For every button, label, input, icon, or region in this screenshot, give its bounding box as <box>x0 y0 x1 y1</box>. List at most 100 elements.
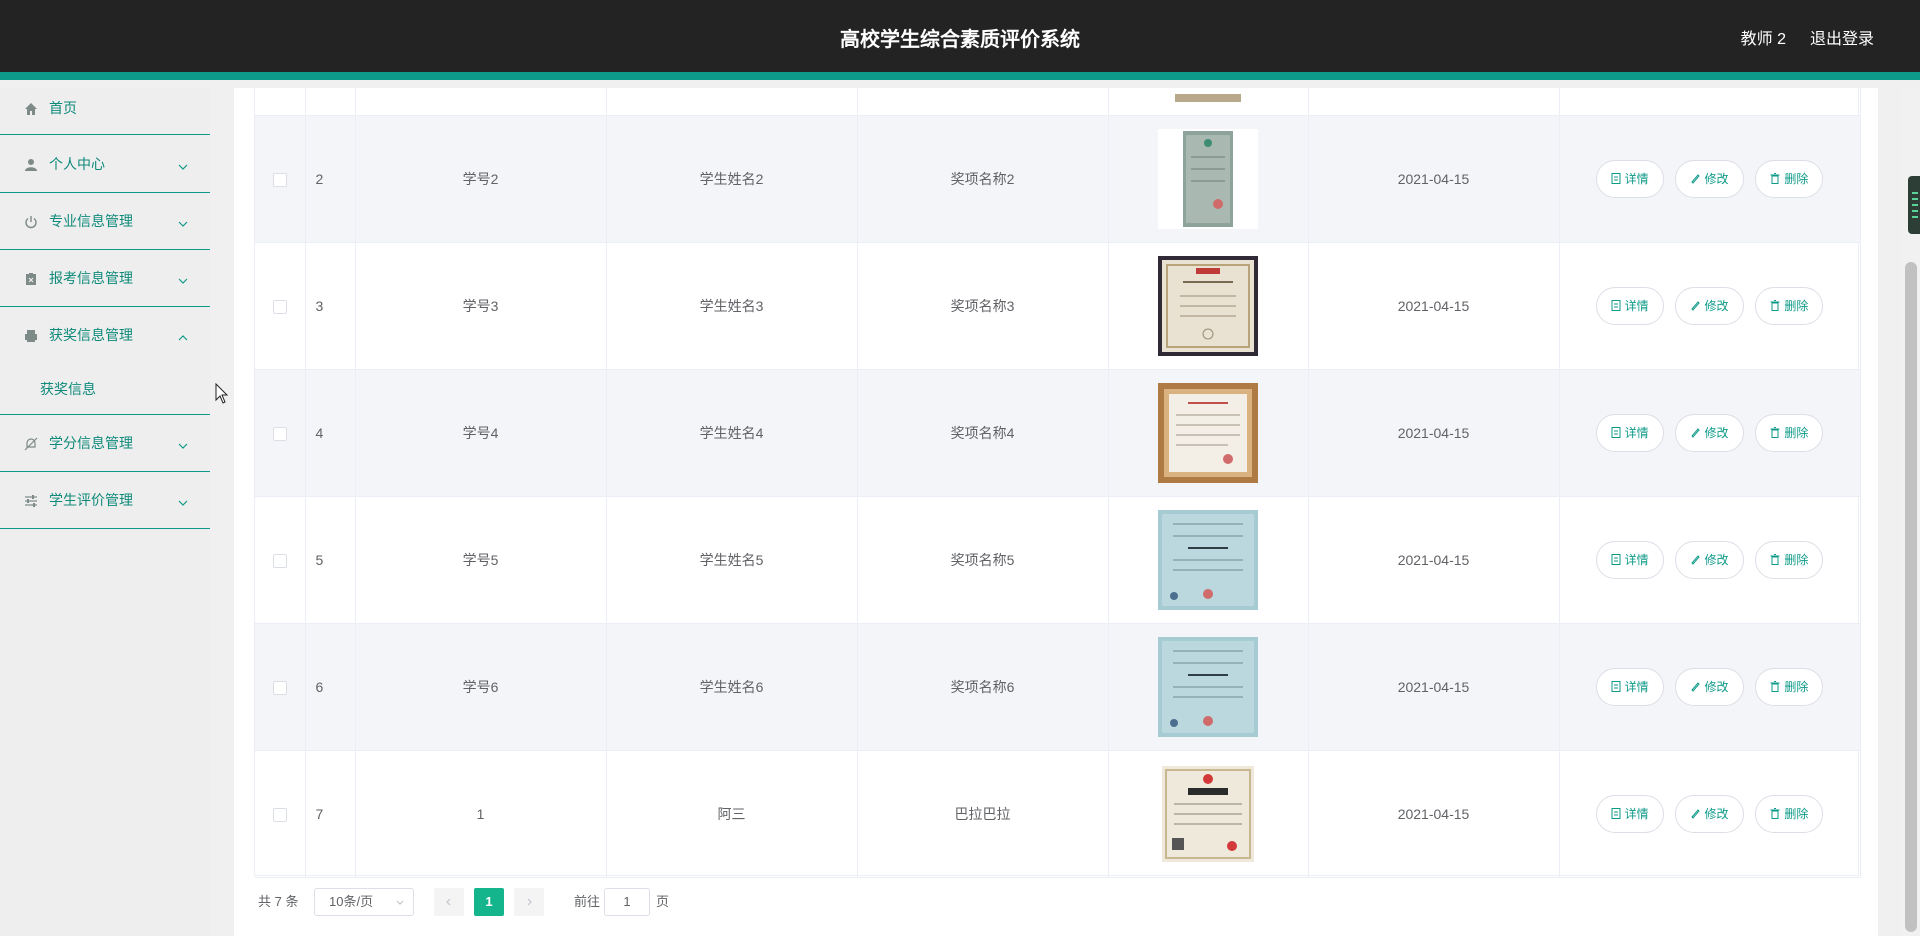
page-size-select[interactable]: 10条/页 <box>314 888 414 916</box>
sidebar-item-label: 个人中心 <box>49 156 105 172</box>
chevron-up-icon <box>178 330 188 341</box>
chevron-right-icon <box>527 898 532 906</box>
award-image[interactable] <box>1158 255 1258 356</box>
main-content: 2 学号2 学生姓名2 奖项名称2 2021-04-15 详情 修改 删除 3 … <box>234 88 1878 936</box>
logout-button[interactable]: 退出登录 <box>1810 0 1874 80</box>
page-size-value: 10条/页 <box>329 894 374 909</box>
award-name-cell: 奖项名称4 <box>857 369 1109 497</box>
scrollbar-thumb[interactable] <box>1905 262 1917 932</box>
sidebar: 首页 个人中心 专业信息管理 报考信息管理 获奖信息管理 获奖信息 学分信息管理… <box>0 88 210 936</box>
sidebar-item-home[interactable]: 首页 <box>0 88 210 135</box>
table-row: 5 学号5 学生姓名5 奖项名称5 2021-04-15 详情 修改 删除 <box>255 496 1861 624</box>
detail-button[interactable]: 详情 <box>1595 413 1664 452</box>
submenu-item-label: 获奖信息 <box>40 381 96 397</box>
chevron-down-icon <box>178 438 188 449</box>
home-icon <box>23 101 39 117</box>
chevron-down-icon <box>178 216 188 227</box>
clipboard-icon <box>23 271 39 287</box>
edit-button[interactable]: 修改 <box>1675 667 1744 706</box>
student-name-cell: 学生姓名3 <box>606 242 858 370</box>
row-checkbox[interactable] <box>272 553 287 568</box>
top-header: 高校学生综合素质评价系统 教师 2 退出登录 <box>0 0 1920 80</box>
current-user-label: 教师 2 <box>1740 31 1786 48</box>
delete-button[interactable]: 删除 <box>1755 794 1824 833</box>
bell-off-icon <box>23 436 39 452</box>
table-row: 2 学号2 学生姓名2 奖项名称2 2021-04-15 详情 修改 删除 <box>255 115 1861 243</box>
award-image[interactable] <box>1158 382 1258 483</box>
sidebar-item-student-evaluation[interactable]: 学生评价管理 <box>0 472 210 529</box>
next-page-button[interactable] <box>514 888 544 916</box>
edit-button[interactable]: 修改 <box>1675 794 1744 833</box>
detail-button[interactable]: 详情 <box>1595 667 1664 706</box>
trash-icon <box>1770 426 1780 438</box>
sidebar-item-label: 专业信息管理 <box>49 213 133 229</box>
trash-icon <box>1770 680 1780 692</box>
edit-button[interactable]: 修改 <box>1675 540 1744 579</box>
goto-page-input[interactable]: 1 <box>604 888 650 916</box>
sidebar-item-label: 报考信息管理 <box>49 270 133 286</box>
student-id-cell: 学号3 <box>355 242 607 370</box>
award-image[interactable] <box>1158 509 1258 610</box>
table-row: 4 学号4 学生姓名4 奖项名称4 2021-04-15 详情 修改 删除 <box>255 369 1861 497</box>
delete-button[interactable]: 删除 <box>1755 413 1824 452</box>
trash-icon <box>1770 807 1780 819</box>
date-cell: 2021-04-15 <box>1308 750 1560 878</box>
chevron-down-icon <box>396 900 404 905</box>
sliders-icon <box>23 493 39 509</box>
row-index: 7 <box>305 750 356 878</box>
student-name-cell: 阿三 <box>606 750 858 878</box>
chevron-down-icon <box>178 495 188 506</box>
edit-button[interactable]: 修改 <box>1675 159 1744 198</box>
student-name-cell: 学生姓名6 <box>606 623 858 751</box>
table-row: 3 学号3 学生姓名3 奖项名称3 2021-04-15 详情 修改 删除 <box>255 242 1861 370</box>
prev-page-button[interactable] <box>434 888 464 916</box>
date-cell: 2021-04-15 <box>1308 496 1560 624</box>
row-checkbox[interactable] <box>272 426 287 441</box>
award-name-cell: 巴拉巴拉 <box>857 750 1109 878</box>
user-icon <box>23 157 39 173</box>
detail-button[interactable]: 详情 <box>1595 159 1664 198</box>
submenu-item-award-info[interactable]: 获奖信息 <box>0 364 210 414</box>
award-name-cell: 奖项名称3 <box>857 242 1109 370</box>
award-name-cell: 奖项名称6 <box>857 623 1109 751</box>
sidebar-item-credit-info[interactable]: 学分信息管理 <box>0 415 210 472</box>
detail-button[interactable]: 详情 <box>1595 794 1664 833</box>
award-image[interactable] <box>1158 763 1258 864</box>
table-row <box>255 88 1861 116</box>
pencil-icon <box>1691 554 1701 565</box>
date-cell: 2021-04-15 <box>1308 242 1560 370</box>
sidebar-item-exam-info[interactable]: 报考信息管理 <box>0 250 210 307</box>
award-table: 2 学号2 学生姓名2 奖项名称2 2021-04-15 详情 修改 删除 3 … <box>254 88 1861 878</box>
student-id-cell: 学号4 <box>355 369 607 497</box>
row-checkbox[interactable] <box>272 299 287 314</box>
pencil-icon <box>1691 427 1701 438</box>
row-checkbox[interactable] <box>272 172 287 187</box>
date-cell: 2021-04-15 <box>1308 369 1560 497</box>
system-title: 高校学生综合素质评价系统 <box>840 29 1080 51</box>
detail-button[interactable]: 详情 <box>1595 540 1664 579</box>
delete-button[interactable]: 删除 <box>1755 286 1824 325</box>
sidebar-item-major-info[interactable]: 专业信息管理 <box>0 193 210 250</box>
sidebar-item-label: 获奖信息管理 <box>49 327 133 343</box>
sidebar-item-label: 学分信息管理 <box>49 435 133 451</box>
award-image[interactable] <box>1158 636 1258 737</box>
document-icon <box>1611 807 1621 819</box>
delete-button[interactable]: 删除 <box>1755 667 1824 706</box>
side-widget-tab[interactable] <box>1908 176 1920 234</box>
page-number-current[interactable]: 1 <box>474 888 504 916</box>
edit-button[interactable]: 修改 <box>1675 413 1744 452</box>
sidebar-item-label: 学生评价管理 <box>49 492 133 508</box>
row-checkbox[interactable] <box>272 807 287 822</box>
row-checkbox[interactable] <box>272 680 287 695</box>
delete-button[interactable]: 删除 <box>1755 540 1824 579</box>
chevron-down-icon <box>178 159 188 170</box>
document-icon <box>1611 553 1621 565</box>
delete-button[interactable]: 删除 <box>1755 159 1824 198</box>
sidebar-item-award-info[interactable]: 获奖信息管理 <box>0 307 210 364</box>
edit-button[interactable]: 修改 <box>1675 286 1744 325</box>
student-id-cell: 学号5 <box>355 496 607 624</box>
detail-button[interactable]: 详情 <box>1595 286 1664 325</box>
sidebar-item-label: 首页 <box>49 100 77 116</box>
sidebar-item-personal-center[interactable]: 个人中心 <box>0 136 210 193</box>
award-image[interactable] <box>1158 128 1258 229</box>
